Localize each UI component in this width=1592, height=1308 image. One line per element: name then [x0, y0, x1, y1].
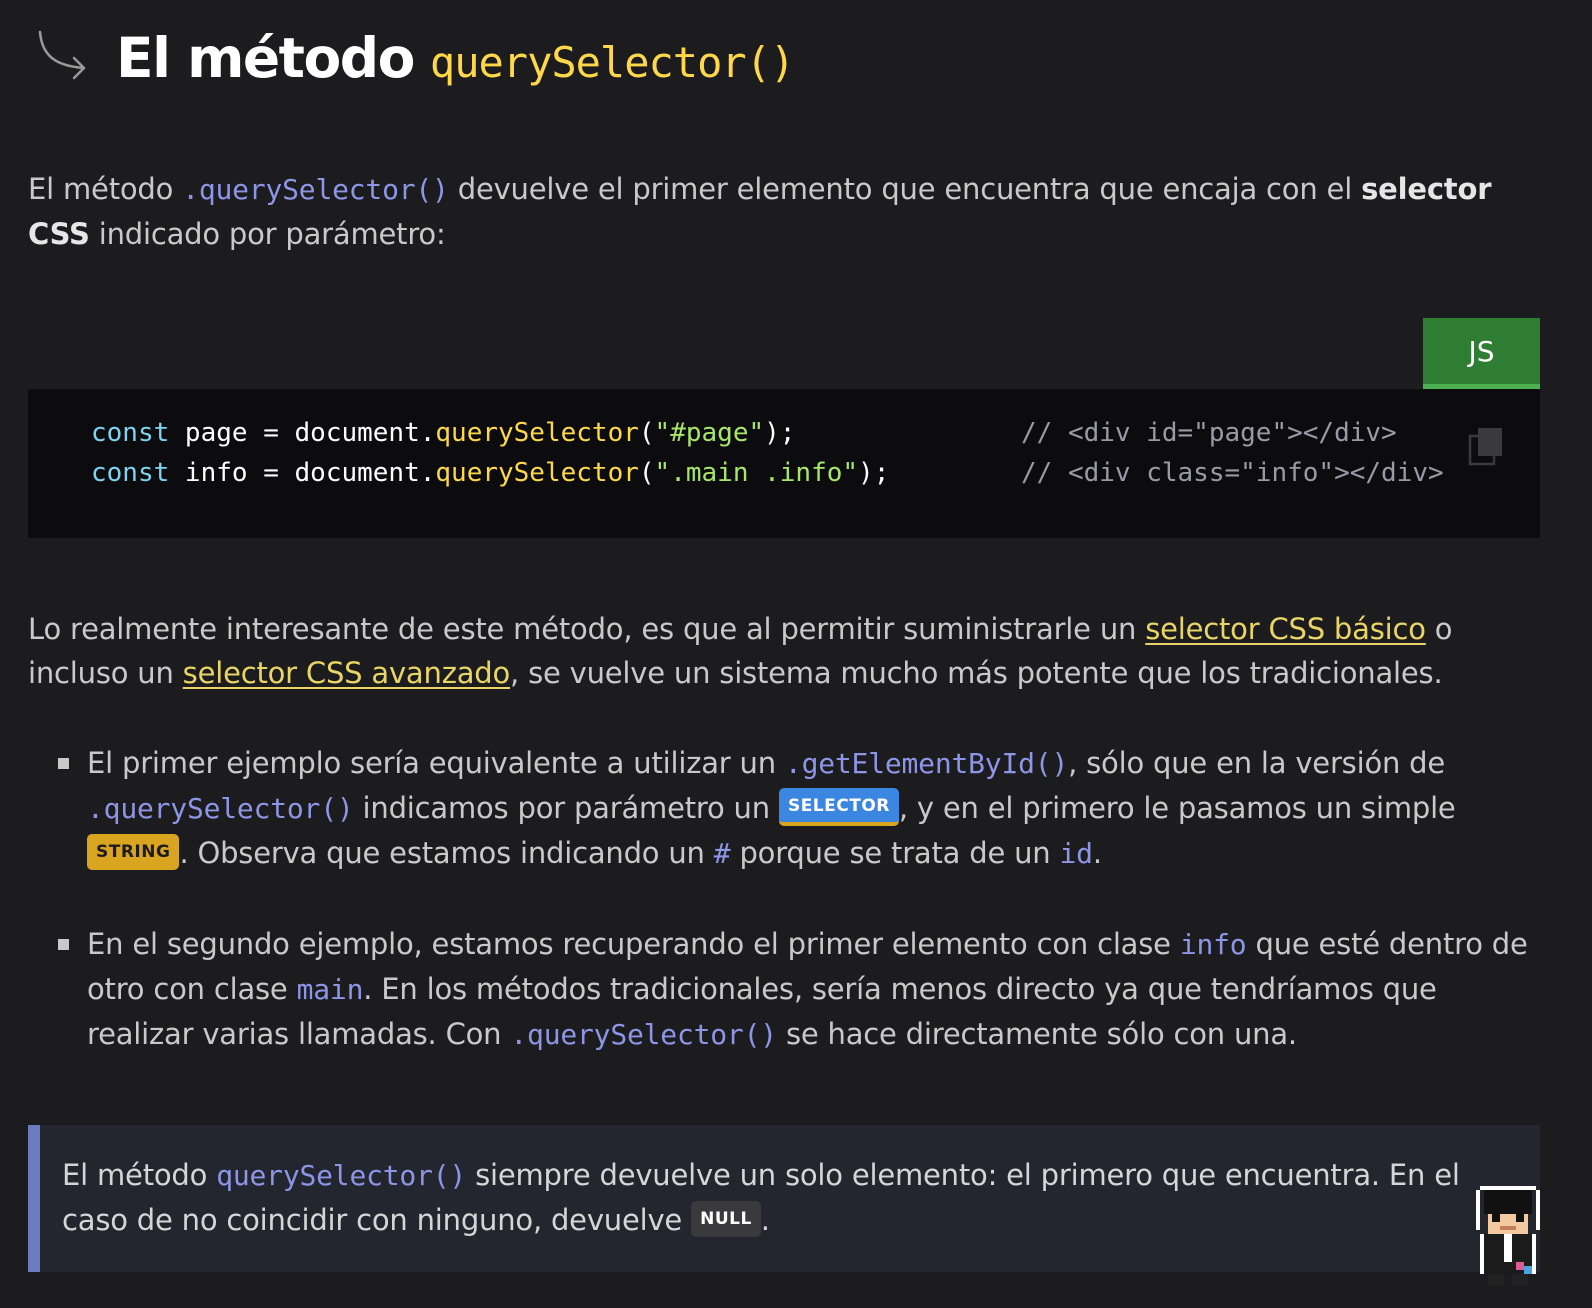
code-text: page = document.: [169, 418, 436, 448]
code-string: ".main .info": [654, 458, 859, 488]
method-ref: id: [1059, 837, 1094, 870]
list-item: En el segundo ejemplo, estamos recuperan…: [28, 922, 1548, 1057]
bullet-marker: [58, 939, 69, 950]
code-function: querySelector: [435, 418, 639, 448]
bullet-list: El primer ejemplo sería equivalente a ut…: [28, 741, 1548, 1103]
null-badge: NULL: [691, 1201, 761, 1237]
code-text: info = document.: [169, 458, 436, 488]
code-block: const page = document.querySelector("#pa…: [28, 389, 1540, 538]
bullet-text: .: [1092, 836, 1102, 870]
bullet-text: , sólo que en la versión de: [1068, 746, 1446, 780]
p2-text-3: , se vuelve un sistema mucho más potente…: [510, 656, 1443, 690]
paragraph-2: Lo realmente interesante de este método,…: [28, 607, 1548, 695]
curved-arrow-icon: [38, 30, 86, 80]
note-text: El método: [62, 1158, 217, 1192]
pixel-avatar: [1476, 1186, 1540, 1286]
intro-paragraph: El método .querySelector() devuelve el p…: [28, 167, 1548, 256]
method-ref: querySelector(): [216, 1159, 467, 1192]
method-ref: .getElementById(): [784, 747, 1069, 780]
code-paren: (: [638, 458, 655, 488]
intro-text-1: El método: [28, 172, 183, 206]
code-language-tab[interactable]: JS: [1423, 318, 1540, 389]
bullet-text: indicamos por parámetro un: [353, 791, 779, 825]
method-ref: main: [296, 973, 364, 1006]
selector-badge: SELECTOR: [778, 788, 899, 826]
copy-icon[interactable]: [1468, 426, 1504, 466]
code-comment: // <div class="info"></div>: [1021, 458, 1444, 488]
code-paren: (: [638, 418, 655, 448]
bullet-text: , y en el primero le pasamos un simple: [898, 791, 1456, 825]
page-heading: El método querySelector(): [34, 20, 795, 96]
link-selector-css-avanzado[interactable]: selector CSS avanzado: [183, 656, 511, 690]
link-selector-css-basico[interactable]: selector CSS básico: [1145, 612, 1426, 646]
bullet-text: porque se trata de un: [730, 836, 1060, 870]
bullet-text: En el segundo ejemplo, estamos recuperan…: [87, 927, 1180, 961]
bullet-text: se hace directamente sólo con una.: [776, 1017, 1297, 1051]
code-comment: // <div id="page"></div>: [1021, 418, 1397, 448]
code-paren: );: [858, 458, 890, 488]
code-paren: );: [764, 418, 796, 448]
method-ref: .querySelector(): [182, 173, 449, 206]
bullet-marker: [58, 758, 69, 769]
intro-text-2: devuelve el primer elemento que encuentr…: [448, 172, 1362, 206]
page-title-text: El método: [116, 26, 415, 90]
code-line-2: const info = document.querySelector(".ma…: [91, 453, 1540, 493]
code-string: "#page": [654, 418, 765, 448]
method-ref: info: [1179, 928, 1247, 961]
bullet-text: El primer ejemplo sería equivalente a ut…: [87, 746, 785, 780]
p2-text-1: Lo realmente interesante de este método,…: [28, 612, 1146, 646]
method-ref: .querySelector(): [87, 792, 354, 825]
method-ref: .querySelector(): [510, 1018, 777, 1051]
info-note: El método querySelector() siempre devuel…: [28, 1125, 1540, 1272]
page-title-code: querySelector(): [429, 38, 795, 87]
code-keyword: const: [91, 458, 170, 488]
note-text: .: [760, 1203, 770, 1237]
intro-text-3: indicado por parámetro:: [89, 217, 446, 251]
code-line-1: const page = document.querySelector("#pa…: [91, 413, 1540, 453]
list-item: El primer ejemplo sería equivalente a ut…: [28, 741, 1548, 876]
string-badge: STRING: [87, 834, 180, 870]
page-title: El método querySelector(): [116, 26, 795, 90]
method-ref: #: [713, 837, 731, 870]
bullet-text: . Observa que estamos indicando un: [179, 836, 714, 870]
code-function: querySelector: [435, 458, 639, 488]
code-keyword: const: [91, 418, 170, 448]
